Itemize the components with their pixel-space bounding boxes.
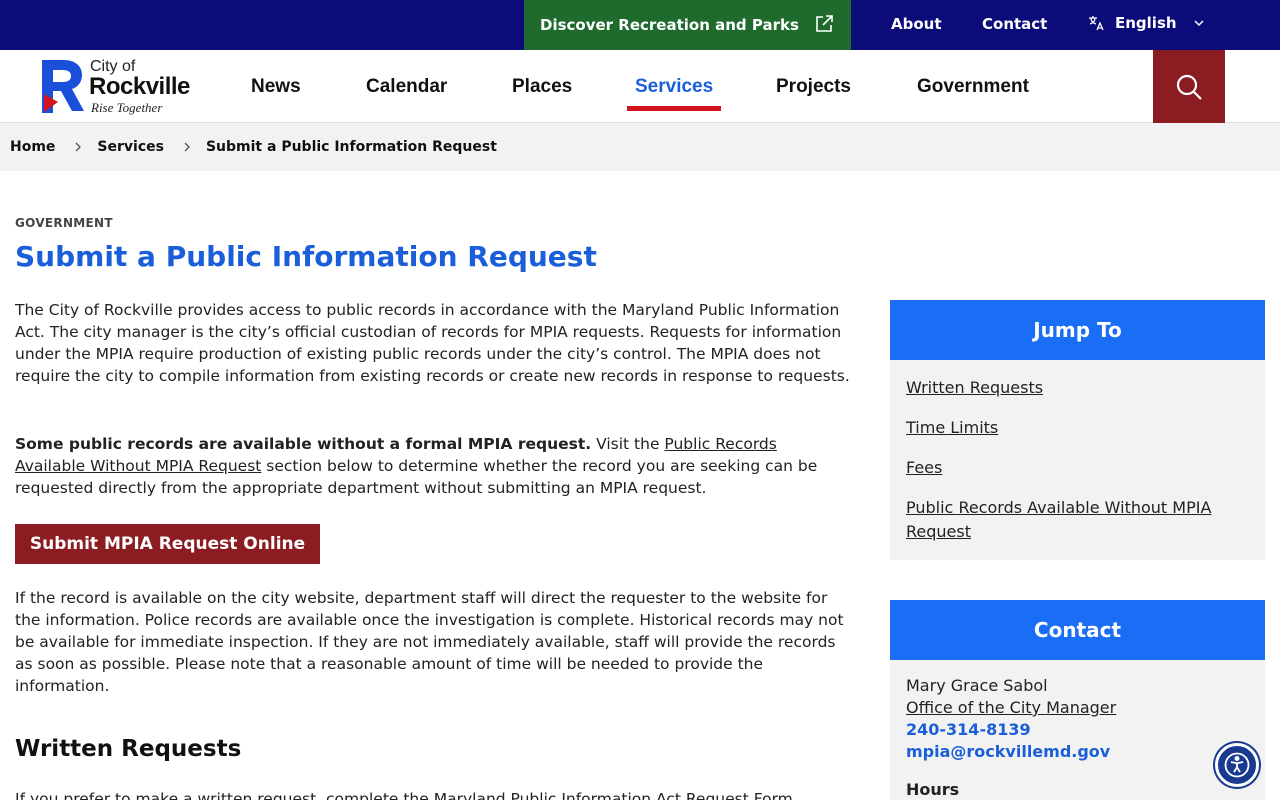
search-icon	[1176, 74, 1202, 100]
city-logo[interactable]: City of Rockville Rise Together	[40, 58, 210, 116]
nav-news[interactable]: News	[251, 76, 301, 98]
main-header: City of Rockville Rise Together News Cal…	[0, 50, 1280, 123]
accessibility-icon	[1224, 752, 1250, 778]
contact-phone[interactable]: 240-314-8139	[906, 719, 1031, 741]
jump-public-records[interactable]: Public Records Available Without MPIA Re…	[906, 496, 1246, 544]
contact-heading: Contact	[890, 600, 1265, 660]
recreation-parks-label: Discover Recreation and Parks	[540, 16, 799, 34]
translate-icon	[1089, 16, 1104, 31]
availability-paragraph: If the record is available on the city w…	[15, 589, 844, 695]
logo-tagline: Rise Together	[91, 100, 163, 115]
active-nav-indicator	[627, 106, 721, 111]
breadcrumb-home[interactable]: Home	[10, 139, 55, 155]
jump-time-limits[interactable]: Time Limits	[906, 416, 1246, 440]
contact-hours-label: Hours	[906, 780, 960, 799]
jump-to-heading: Jump To	[890, 300, 1265, 360]
contact-email[interactable]: mpia@rockvillemd.gov	[906, 741, 1110, 763]
contact-box: Contact Mary Grace Sabol Office of the C…	[890, 600, 1265, 800]
contact-office-link[interactable]: Office of the City Manager	[906, 697, 1116, 719]
jump-to-box: Jump To Written Requests Time Limits Fee…	[890, 300, 1265, 560]
contact-name: Mary Grace Sabol	[906, 676, 1048, 695]
breadcrumb-current: Submit a Public Information Request	[205, 139, 497, 155]
recreation-parks-link[interactable]: Discover Recreation and Parks	[524, 0, 851, 50]
external-link-icon	[816, 15, 833, 32]
language-selector[interactable]: English	[1087, 14, 1205, 32]
mpia-note-pre: Visit the	[591, 435, 665, 453]
intro-paragraph: The City of Rockville provides access to…	[15, 301, 850, 385]
about-link[interactable]: About	[891, 15, 942, 33]
chevron-down-icon	[1194, 20, 1204, 27]
nav-projects[interactable]: Projects	[776, 76, 851, 98]
breadcrumb: Home Services Submit a Public Informatio…	[0, 123, 1280, 171]
mpia-note-bold: Some public records are available withou…	[15, 435, 592, 453]
submit-mpia-button[interactable]: Submit MPIA Request Online	[15, 524, 320, 564]
written-requests-heading: Written Requests	[15, 736, 242, 762]
jump-written-requests[interactable]: Written Requests	[906, 376, 1246, 400]
accessibility-button[interactable]	[1215, 743, 1259, 787]
written-requests-paragraph: If you prefer to make a written request,…	[15, 790, 793, 800]
nav-calendar[interactable]: Calendar	[366, 76, 447, 98]
nav-places[interactable]: Places	[512, 76, 572, 98]
jump-fees[interactable]: Fees	[906, 456, 1246, 480]
nav-government[interactable]: Government	[917, 76, 1029, 98]
utility-bar: Discover Recreation and Parks About Cont…	[0, 0, 1280, 50]
chevron-right-icon	[184, 142, 190, 152]
rockville-r-icon	[42, 60, 84, 113]
contact-link[interactable]: Contact	[982, 15, 1047, 33]
logo-name: Rockville	[89, 73, 190, 100]
chevron-right-icon	[75, 142, 82, 152]
language-label: English	[1115, 14, 1177, 32]
section-eyebrow: GOVERNMENT	[15, 216, 113, 230]
nav-services[interactable]: Services	[635, 76, 713, 98]
search-button[interactable]	[1153, 50, 1225, 123]
mpia-note-paragraph: Some public records are available withou…	[15, 433, 850, 499]
page-title: Submit a Public Information Request	[15, 240, 597, 273]
breadcrumb-services[interactable]: Services	[97, 139, 164, 155]
